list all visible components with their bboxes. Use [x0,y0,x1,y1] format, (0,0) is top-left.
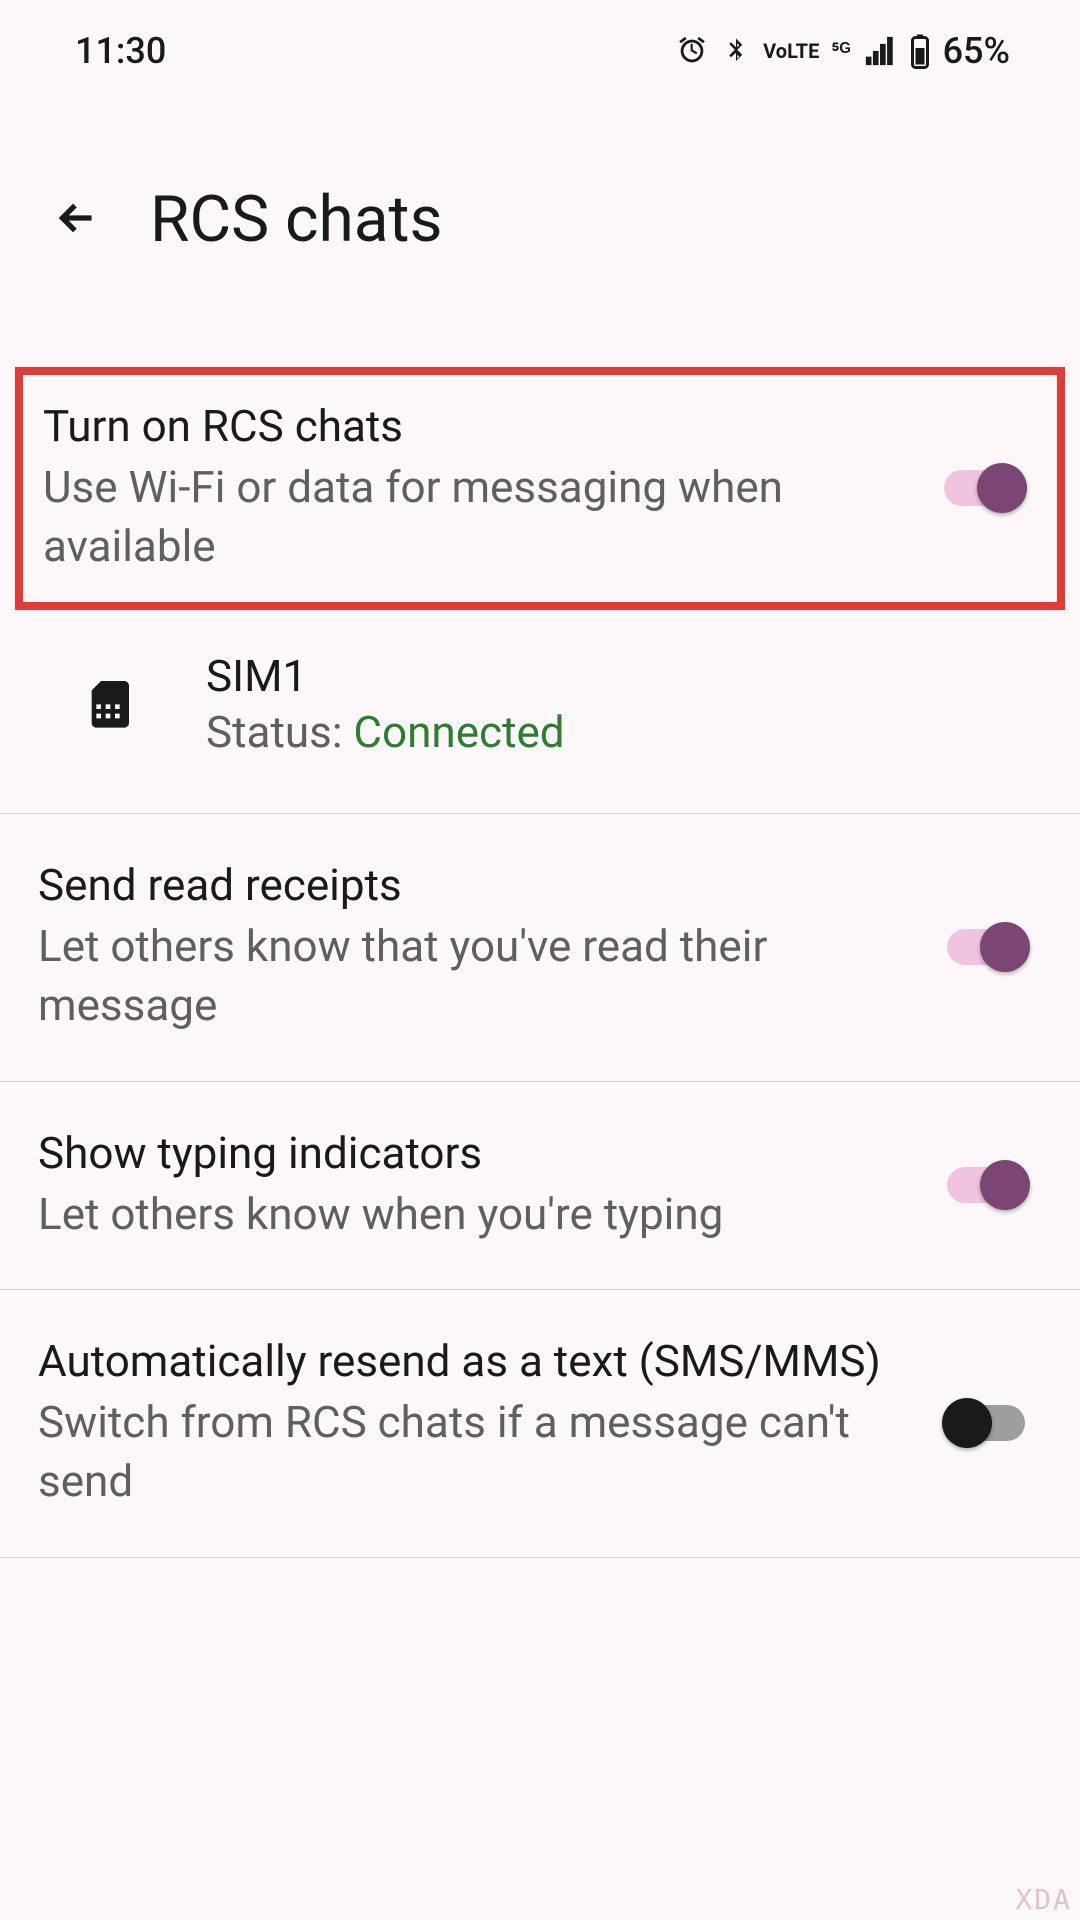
sim-status-line: Status: Connected [206,706,565,758]
auto-resend-text: Automatically resend as a text (SMS/MMS)… [38,1335,947,1512]
typing-indicators-text: Show typing indicators Let others know w… [38,1127,947,1244]
back-icon[interactable] [52,193,102,247]
auto-resend-row[interactable]: Automatically resend as a text (SMS/MMS)… [0,1290,1080,1557]
rcs-toggle-switch[interactable] [944,470,1022,506]
page-title: RCS chats [150,182,443,257]
auto-resend-title: Automatically resend as a text (SMS/MMS) [38,1335,907,1387]
typing-indicators-row[interactable]: Show typing indicators Let others know w… [0,1082,1080,1289]
read-receipts-row[interactable]: Send read receipts Let others know that … [0,814,1080,1081]
status-icons: VoLTE ⁵ᴳ 65% [675,30,1010,72]
bluetooth-icon [721,34,751,68]
network-5g-icon: ⁵ᴳ [831,38,850,64]
auto-resend-toggle[interactable] [947,1405,1025,1441]
sim-status-value: Connected [353,706,564,758]
rcs-toggle-text: Turn on RCS chats Use Wi-Fi or data for … [43,400,944,577]
typing-indicators-subtitle: Let others know when you're typing [38,1185,907,1244]
auto-resend-subtitle: Switch from RCS chats if a message can't… [38,1393,907,1512]
typing-indicators-title: Show typing indicators [38,1127,907,1179]
divider [0,1557,1080,1558]
read-receipts-toggle[interactable] [947,929,1025,965]
read-receipts-text: Send read receipts Let others know that … [38,859,947,1036]
read-receipts-title: Send read receipts [38,859,907,911]
status-time: 11:30 [75,30,166,72]
status-bar: 11:30 VoLTE ⁵ᴳ 65% [0,0,1080,92]
battery-icon [909,33,931,69]
page-header: RCS chats [0,92,1080,297]
typing-indicators-toggle[interactable] [947,1167,1025,1203]
signal-icon [863,34,897,68]
sim-info: SIM1 Status: Connected [206,650,565,758]
sim-name: SIM1 [206,650,565,702]
battery-percent: 65% [943,30,1010,72]
rcs-toggle-title: Turn on RCS chats [43,400,904,452]
rcs-toggle-subtitle: Use Wi-Fi or data for messaging when ava… [43,458,904,577]
volte-icon: VoLTE [763,43,819,59]
alarm-icon [675,34,709,68]
rcs-toggle-highlight: Turn on RCS chats Use Wi-Fi or data for … [15,367,1065,610]
sim-status-row[interactable]: SIM1 Status: Connected [0,630,1080,813]
watermark: XDA [1015,1883,1072,1916]
sim-status-label: Status: [206,706,353,758]
read-receipts-subtitle: Let others know that you've read their m… [38,917,907,1036]
sim-card-icon [80,674,136,734]
